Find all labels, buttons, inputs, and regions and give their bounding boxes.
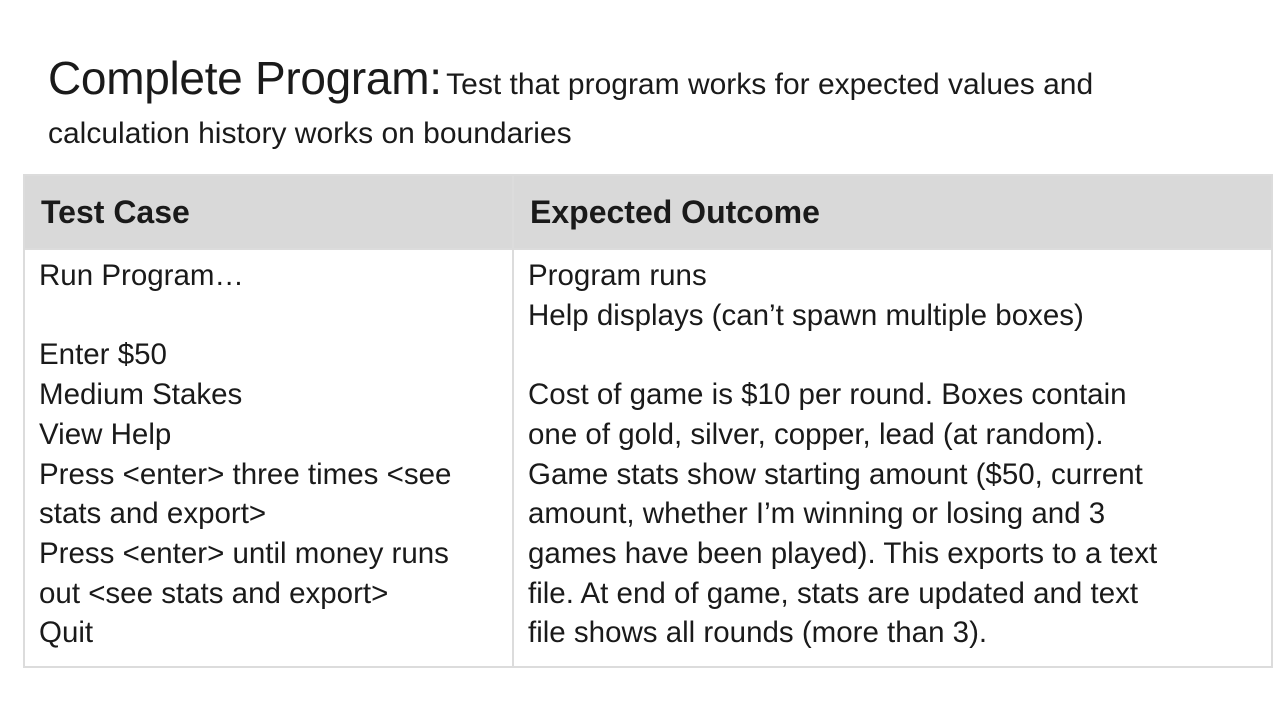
slide: Complete Program: Test that program work… <box>0 0 1286 725</box>
outcome-line: Game stats show starting amount ($50, cu… <box>528 457 1143 491</box>
test-step: Run Program… <box>39 259 244 292</box>
test-step: out <see stats and export> <box>39 576 389 610</box>
test-case-table: Test Case Expected Outcome Run Program… … <box>23 174 1273 668</box>
outcome-line: Cost of game is $10 per round. Boxes con… <box>528 378 1127 412</box>
column-header-expected-outcome: Expected Outcome <box>512 174 1273 250</box>
outcome-line: one of gold, silver, copper, lead (at ra… <box>528 417 1104 451</box>
heading-title: Complete Program: <box>48 52 442 104</box>
heading-subtitle-line-2: calculation history works on boundaries <box>48 117 572 150</box>
table-header-row: Test Case Expected Outcome <box>23 174 1273 250</box>
table-row: Run Program… Enter $50 Medium Stakes Vie… <box>23 248 1273 668</box>
outcome-line: games have been played). This exports to… <box>528 536 1158 570</box>
test-step: Press <enter> until money runs <box>39 536 449 570</box>
test-step: Press <enter> three times <see <box>39 457 452 491</box>
test-step: stats and export> <box>39 497 267 531</box>
outcome-line: file. At end of game, stats are updated … <box>528 576 1139 610</box>
test-step: View Help <box>39 417 172 451</box>
outcome-line: file shows all rounds (more than 3). <box>528 616 988 650</box>
test-step: Medium Stakes <box>39 378 243 412</box>
slide-heading: Complete Program: Test that program work… <box>48 55 1248 161</box>
test-step: Quit <box>39 616 94 650</box>
heading-subtitle-line-1: Test that program works for expected val… <box>446 68 1094 101</box>
expected-outcome-cell: Program runs Help displays (can’t spawn … <box>512 248 1273 668</box>
outcome-line: Program runs <box>528 259 707 292</box>
test-step: Enter $50 <box>39 338 167 372</box>
outcome-line: Help displays (can’t spawn multiple boxe… <box>528 298 1084 332</box>
column-header-test-case: Test Case <box>23 174 514 250</box>
outcome-line: amount, whether I’m winning or losing an… <box>528 497 1106 531</box>
test-case-cell: Run Program… Enter $50 Medium Stakes Vie… <box>23 248 514 668</box>
